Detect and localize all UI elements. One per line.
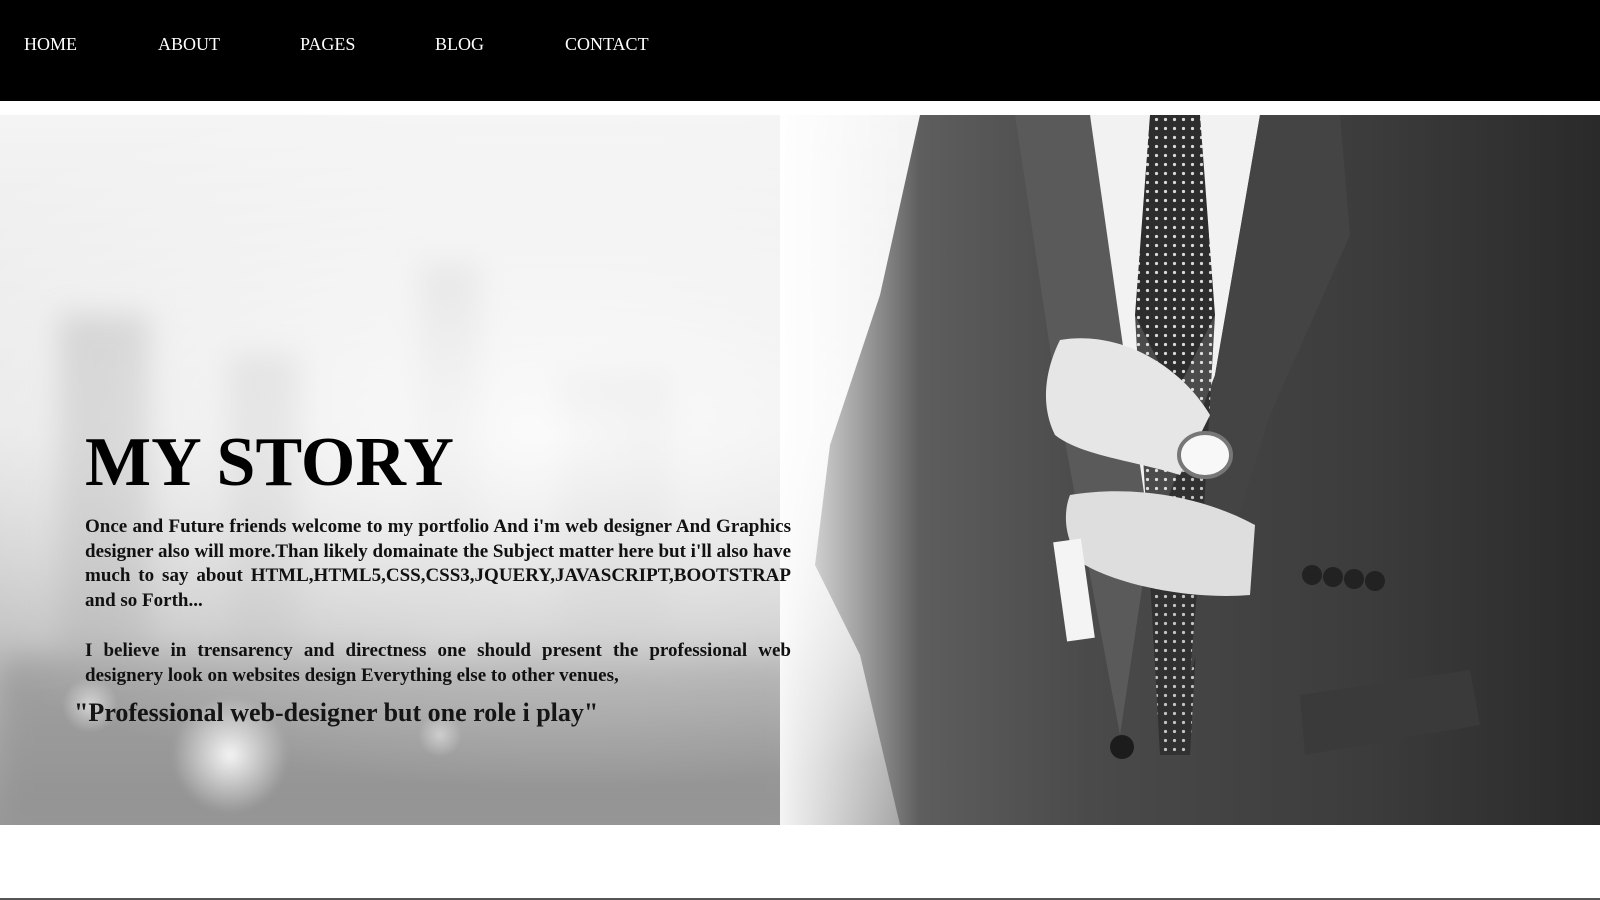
nav-link-blog[interactable]: BLOG xyxy=(435,33,484,55)
top-navbar: HOME ABOUT PAGES BLOG CONTACT xyxy=(0,0,1600,101)
nav-link-about[interactable]: ABOUT xyxy=(158,33,220,55)
hero-title: MY STORY xyxy=(85,424,454,501)
nav-link-home[interactable]: HOME xyxy=(24,33,77,55)
hero-intro-paragraph: Once and Future friends welcome to my po… xyxy=(85,516,791,611)
nav-link-pages[interactable]: PAGES xyxy=(300,33,355,55)
hero-section: MY STORY Once and Future friends welcome… xyxy=(0,115,1600,825)
nav-link-contact[interactable]: CONTACT xyxy=(565,33,649,55)
hero-quote: "Professional web-designer but one role … xyxy=(74,698,599,727)
hero-belief-paragraph: I believe in trensarency and directness … xyxy=(85,640,791,686)
